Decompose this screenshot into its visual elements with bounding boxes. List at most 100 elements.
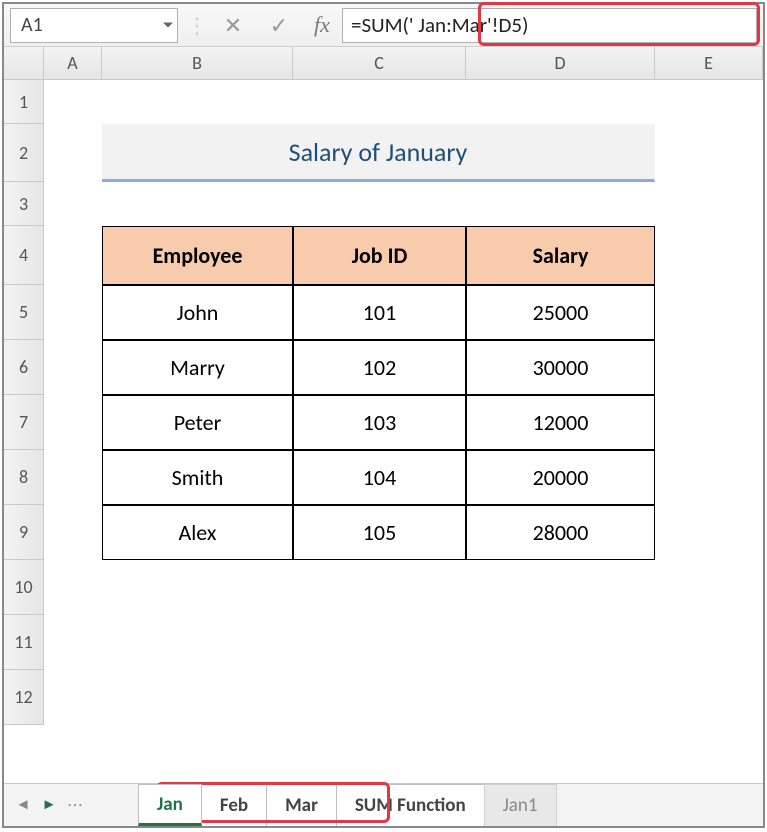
cell[interactable] [466,615,655,670]
row-header-5[interactable]: 5 [4,285,44,340]
cell[interactable] [293,80,466,124]
column-header-C[interactable]: C [293,47,466,79]
sheet-title-cell[interactable]: Salary of January [102,124,655,182]
tab-label: Jan [157,793,183,816]
close-icon: ✕ [224,12,242,39]
sheet-tab-mar[interactable]: Mar [266,784,337,826]
tab-nav-more-icon[interactable]: ⋯ [62,784,88,826]
formula-bar: A1 ⋮ ✕ ✓ fx =SUM(' Jan:Mar'!D5) [4,4,763,47]
cell[interactable] [44,340,102,395]
cell[interactable] [655,670,763,725]
cell[interactable] [655,124,763,182]
column-header-E[interactable]: E [655,47,763,79]
cell-jobid[interactable]: 102 [293,340,466,395]
cell-salary[interactable]: 20000 [466,450,655,505]
cell[interactable] [44,285,102,340]
cell[interactable] [655,395,763,450]
cell[interactable] [44,560,102,615]
cell[interactable] [44,124,102,182]
confirm-button[interactable]: ✓ [256,4,302,46]
cell[interactable] [655,340,763,395]
row-header-2[interactable]: 2 [4,124,44,182]
cell[interactable] [102,670,293,725]
tab-label: Feb [220,794,248,817]
cell[interactable] [102,560,293,615]
column-header-B[interactable]: B [102,47,293,79]
cell[interactable] [466,182,655,226]
sheet-tab-sumfunction[interactable]: SUM Function [336,784,485,826]
row-header-9[interactable]: 9 [4,505,44,560]
insert-function-button[interactable]: fx [302,4,342,46]
row-header-7[interactable]: 7 [4,395,44,450]
table-row: 5 John 101 25000 [4,285,763,340]
cell[interactable] [44,615,102,670]
cell[interactable] [293,560,466,615]
row-header-10[interactable]: 10 [4,560,44,615]
cell[interactable] [466,80,655,124]
row-header-8[interactable]: 8 [4,450,44,505]
cell-jobid[interactable]: 104 [293,450,466,505]
cell-employee[interactable]: Marry [102,340,293,395]
row-header-6[interactable]: 6 [4,340,44,395]
cell[interactable] [655,450,763,505]
cell[interactable] [44,80,102,124]
cell[interactable] [655,285,763,340]
cell-jobid[interactable]: 103 [293,395,466,450]
cell-employee[interactable]: Smith [102,450,293,505]
cell[interactable] [655,560,763,615]
tab-label: Jan1 [503,794,538,817]
table-header-jobid[interactable]: Job ID [293,226,466,285]
select-all-corner[interactable] [4,47,44,79]
column-header-A[interactable]: A [44,47,102,79]
cell[interactable] [44,670,102,725]
cell[interactable] [655,505,763,560]
cell[interactable] [44,395,102,450]
row-header-11[interactable]: 11 [4,615,44,670]
fx-icon: fx [314,12,330,38]
cancel-button[interactable]: ✕ [210,4,256,46]
cell[interactable] [293,182,466,226]
cell[interactable] [44,226,102,285]
cell-employee[interactable]: Alex [102,505,293,560]
cell[interactable] [44,182,102,226]
tab-nav-prev-icon[interactable]: ◄ [10,784,36,826]
row-header-12[interactable]: 12 [4,670,44,725]
cell[interactable] [102,182,293,226]
cell-salary[interactable]: 12000 [466,395,655,450]
tab-nav-next-icon[interactable]: ► [36,784,62,826]
tab-label: SUM Function [355,794,466,817]
table-header-employee[interactable]: Employee [102,226,293,285]
row-header-4[interactable]: 4 [4,226,44,285]
sheet-tab-jan1[interactable]: Jan1 [484,784,557,826]
cell[interactable] [44,505,102,560]
cell-jobid[interactable]: 105 [293,505,466,560]
cell[interactable] [655,615,763,670]
grid-row: 4 Employee Job ID Salary [4,226,763,285]
cell[interactable] [655,182,763,226]
sheet-tab-feb[interactable]: Feb [201,784,267,826]
cell[interactable] [293,670,466,725]
cell[interactable] [655,226,763,285]
row-header-3[interactable]: 3 [4,182,44,226]
formula-input[interactable]: =SUM(' Jan:Mar'!D5) [342,8,757,43]
cell-salary[interactable]: 25000 [466,285,655,340]
grid-row: 10 [4,560,763,615]
row-header-1[interactable]: 1 [4,80,44,124]
cell[interactable] [466,670,655,725]
cell-salary[interactable]: 30000 [466,340,655,395]
cell-jobid[interactable]: 101 [293,285,466,340]
column-header-D[interactable]: D [466,47,655,79]
cell[interactable] [655,80,763,124]
cell-employee[interactable]: John [102,285,293,340]
sheet-tab-jan[interactable]: Jan [138,784,202,826]
cell[interactable] [102,80,293,124]
cell[interactable] [293,615,466,670]
cell-employee[interactable]: Peter [102,395,293,450]
cell-salary[interactable]: 28000 [466,505,655,560]
table-header-salary[interactable]: Salary [466,226,655,285]
chevron-down-icon[interactable] [163,23,173,28]
cell[interactable] [102,615,293,670]
cell[interactable] [44,450,102,505]
name-box[interactable]: A1 [10,8,178,43]
cell[interactable] [466,560,655,615]
